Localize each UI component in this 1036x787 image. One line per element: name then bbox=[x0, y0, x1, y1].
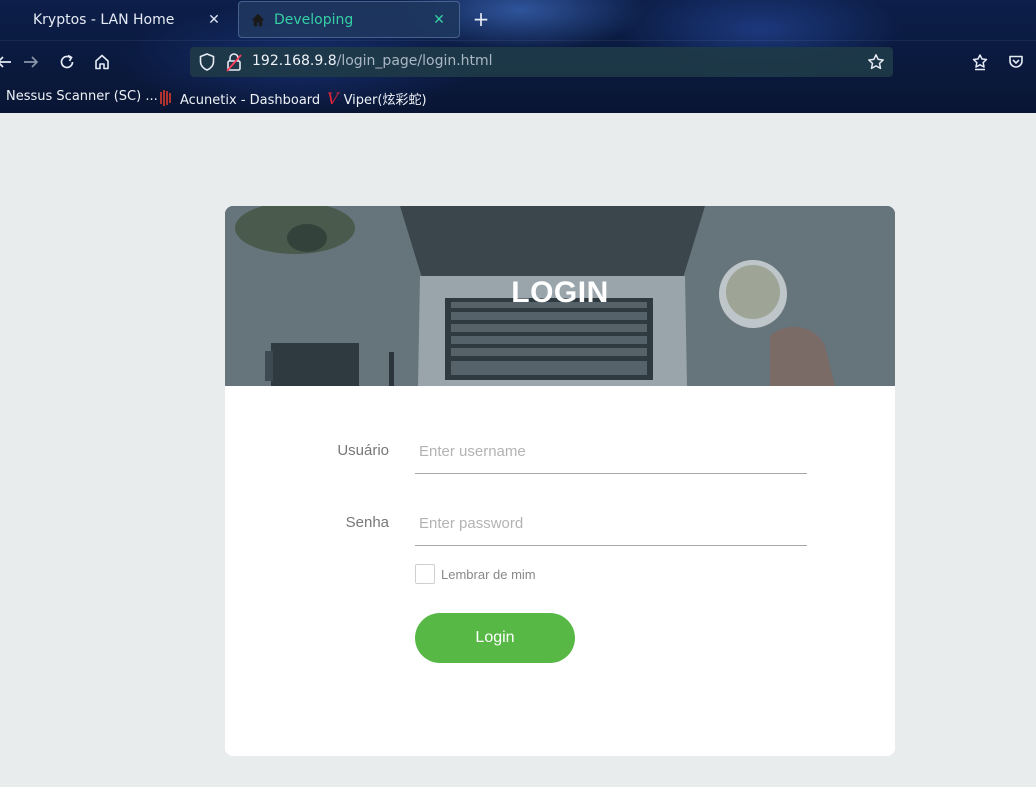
new-tab-plus-icon[interactable]: + bbox=[471, 8, 491, 30]
url-text[interactable]: 192.168.9.8/login_page/login.html bbox=[252, 53, 493, 69]
login-card: LOGIN Usuário Senha Lembrar de mim Login bbox=[225, 206, 895, 756]
tab-title: Kryptos - LAN Home bbox=[33, 11, 175, 28]
home-favicon-icon bbox=[251, 13, 265, 27]
bookmark-label: Acunetix - Dashboard bbox=[180, 92, 321, 108]
remember-me-label[interactable]: Lembrar de mim bbox=[441, 567, 536, 582]
acunetix-logo-icon bbox=[158, 89, 174, 111]
shield-icon[interactable] bbox=[198, 52, 216, 76]
password-field-wrapper bbox=[415, 502, 807, 546]
navigation-toolbar: 192.168.9.8/login_page/login.html bbox=[0, 40, 1036, 82]
home-icon[interactable] bbox=[92, 52, 112, 72]
insecure-lock-icon[interactable] bbox=[226, 52, 242, 76]
pocket-icon[interactable] bbox=[1006, 52, 1026, 72]
password-input[interactable] bbox=[415, 502, 807, 545]
close-icon[interactable]: ✕ bbox=[431, 12, 447, 28]
tab-developing[interactable]: Developing ✕ bbox=[238, 1, 460, 38]
url-path: /login_page/login.html bbox=[336, 53, 493, 69]
reload-icon[interactable] bbox=[57, 52, 77, 72]
username-label: Usuário bbox=[337, 442, 389, 459]
username-input[interactable] bbox=[415, 430, 807, 473]
remember-me[interactable]: Lembrar de mim bbox=[415, 564, 536, 584]
close-icon[interactable]: ✕ bbox=[206, 12, 222, 28]
bookmark-nessus[interactable]: Nessus Scanner (SC) ... bbox=[6, 89, 158, 104]
bookmark-acunetix[interactable]: Acunetix - Dashboard bbox=[158, 89, 320, 111]
extensions-icon[interactable] bbox=[970, 52, 990, 72]
tab-strip: Kryptos - LAN Home ✕ Developing ✕ + bbox=[0, 0, 1036, 40]
username-field-wrapper bbox=[415, 430, 807, 474]
remember-me-checkbox[interactable] bbox=[415, 564, 435, 584]
tab-kryptos-lan-home[interactable]: Kryptos - LAN Home ✕ bbox=[8, 1, 234, 38]
password-label: Senha bbox=[345, 514, 389, 531]
bookmark-viper[interactable]: V Viper(炫彩蛇) bbox=[327, 89, 427, 108]
arrow-left-icon[interactable] bbox=[0, 52, 14, 72]
tab-title: Developing bbox=[274, 11, 354, 28]
browser-chrome: Kryptos - LAN Home ✕ Developing ✕ + 192.… bbox=[0, 0, 1036, 113]
url-bar[interactable]: 192.168.9.8/login_page/login.html bbox=[190, 47, 893, 77]
login-button[interactable]: Login bbox=[415, 613, 575, 663]
login-header-image: LOGIN bbox=[225, 206, 895, 386]
viper-logo-icon: V bbox=[327, 89, 339, 108]
star-icon[interactable] bbox=[867, 53, 885, 75]
url-host: 192.168.9.8 bbox=[252, 53, 337, 69]
login-title: LOGIN bbox=[511, 276, 609, 309]
arrow-right-icon[interactable] bbox=[21, 52, 41, 72]
bookmark-label: Viper(炫彩蛇) bbox=[343, 93, 427, 108]
bookmarks-toolbar: Nessus Scanner (SC) ... Acunetix - Dashb… bbox=[0, 83, 1036, 113]
bookmark-label: Nessus Scanner (SC) ... bbox=[6, 89, 158, 104]
